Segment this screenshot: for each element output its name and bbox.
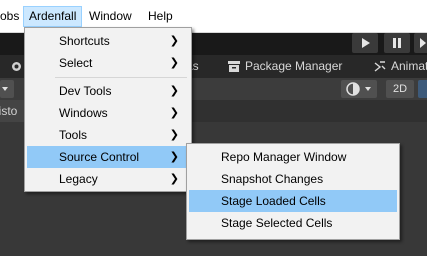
2d-toggle-button[interactable]: 2D bbox=[386, 80, 414, 98]
menu-separator bbox=[55, 77, 187, 78]
menu-item-dev-tools-label: Dev Tools bbox=[59, 84, 112, 98]
menu-window[interactable]: Window bbox=[84, 6, 137, 27]
menu-item-stage-selected-cells[interactable]: Stage Selected Cells bbox=[189, 212, 397, 234]
chevron-down-icon bbox=[2, 87, 8, 91]
animation-icon bbox=[374, 61, 386, 72]
play-button[interactable] bbox=[352, 33, 378, 53]
menu-item-shortcuts-label: Shortcuts bbox=[59, 34, 110, 48]
chevron-right-icon: ❯ bbox=[169, 129, 179, 141]
ardenfall-menu: Shortcuts ❯ Select ❯ Dev Tools ❯ Windows… bbox=[24, 27, 192, 192]
chevron-right-icon: ❯ bbox=[169, 57, 179, 69]
right-toggle-button[interactable] bbox=[418, 80, 427, 98]
chevron-right-icon: ❯ bbox=[169, 173, 179, 185]
tab-animation[interactable]: Animat bbox=[374, 55, 427, 78]
step-icon bbox=[420, 38, 426, 48]
source-control-submenu: Repo Manager Window Snapshot Changes Sta… bbox=[186, 143, 400, 240]
menu-item-source-control[interactable]: Source Control ❯ bbox=[27, 146, 189, 168]
chevron-right-icon: ❯ bbox=[169, 151, 179, 163]
menu-item-windows[interactable]: Windows ❯ bbox=[27, 102, 189, 124]
history-tab[interactable]: listo bbox=[0, 100, 26, 122]
menu-help[interactable]: Help bbox=[143, 6, 178, 27]
chevron-right-icon: ❯ bbox=[169, 107, 179, 119]
menu-item-dev-tools[interactable]: Dev Tools ❯ bbox=[27, 80, 189, 102]
chevron-right-icon: ❯ bbox=[169, 35, 179, 47]
left-dropdown-button[interactable] bbox=[0, 80, 14, 98]
play-icon bbox=[362, 38, 370, 48]
tab-package-manager[interactable]: Package Manager bbox=[228, 55, 342, 78]
menu-item-legacy-label: Legacy bbox=[59, 172, 98, 186]
tab-package-manager-label: Package Manager bbox=[245, 59, 343, 73]
menu-item-stage-loaded-cells[interactable]: Stage Loaded Cells bbox=[189, 190, 397, 212]
menu-item-select[interactable]: Select ❯ bbox=[27, 52, 189, 74]
tab-animation-label: Animat bbox=[391, 59, 427, 73]
menu-item-snapshot-changes[interactable]: Snapshot Changes bbox=[189, 168, 397, 190]
menu-item-windows-label: Windows bbox=[59, 106, 108, 120]
chevron-right-icon: ❯ bbox=[169, 85, 179, 97]
package-icon bbox=[228, 61, 240, 73]
pause-button[interactable] bbox=[384, 33, 410, 53]
shading-sphere-icon bbox=[346, 82, 371, 96]
menu-item-tools-label: Tools bbox=[59, 128, 88, 142]
menu-item-repo-manager-window[interactable]: Repo Manager Window bbox=[189, 146, 397, 168]
menu-item-select-label: Select bbox=[59, 56, 93, 70]
shading-mode-button[interactable] bbox=[341, 80, 377, 98]
menu-item-shortcuts[interactable]: Shortcuts ❯ bbox=[27, 30, 189, 52]
menu-item-tools[interactable]: Tools ❯ bbox=[27, 124, 189, 146]
menu-jobs[interactable]: obs bbox=[0, 6, 24, 27]
menu-item-legacy[interactable]: Legacy ❯ bbox=[27, 168, 189, 190]
step-button[interactable] bbox=[414, 33, 427, 53]
settings-gear-icon[interactable] bbox=[10, 60, 23, 73]
menu-ardenfall[interactable]: Ardenfall bbox=[23, 6, 83, 27]
pause-icon bbox=[393, 38, 401, 48]
menu-item-source-control-label: Source Control bbox=[59, 150, 140, 164]
